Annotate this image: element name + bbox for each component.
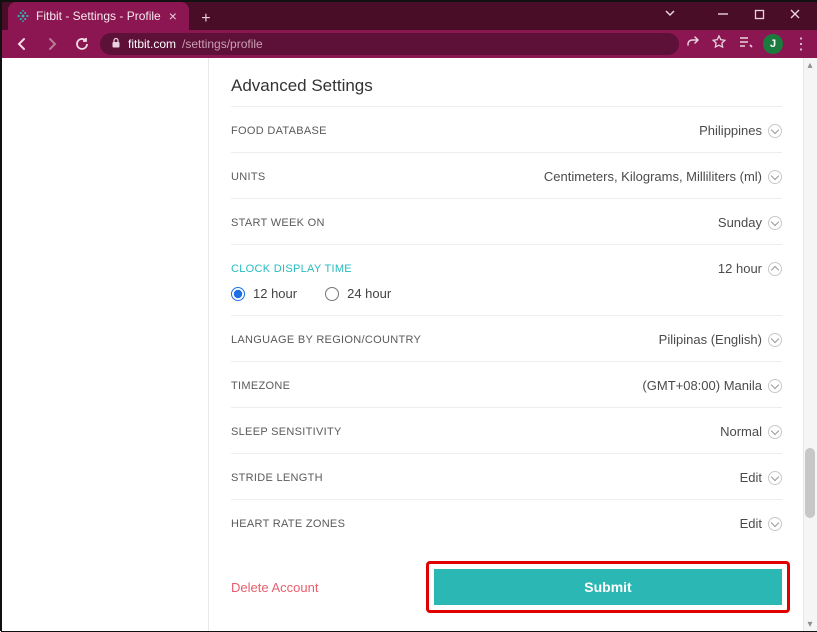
row-timezone[interactable]: TIMEZONE (GMT+08:00) Manila: [231, 361, 782, 407]
row-value: Edit: [740, 516, 762, 531]
row-label: FOOD DATABASE: [231, 125, 327, 137]
share-icon[interactable]: [685, 34, 701, 55]
row-label: START WEEK ON: [231, 217, 325, 229]
scrollbar-track[interactable]: ▴ ▾: [803, 58, 817, 631]
bookmark-star-icon[interactable]: [711, 34, 727, 55]
chevron-down-icon: [768, 170, 782, 184]
settings-panel: Advanced Settings FOOD DATABASE Philippi…: [208, 58, 800, 631]
radio-label: 12 hour: [253, 286, 297, 301]
nav-reload-button[interactable]: [70, 32, 94, 56]
row-clock-display[interactable]: CLOCK DISPLAY TIME 12 hour: [231, 244, 782, 290]
row-language[interactable]: LANGUAGE BY REGION/COUNTRY Pilipinas (En…: [231, 316, 782, 361]
chevron-up-icon: [768, 262, 782, 276]
row-label: SLEEP SENSITIVITY: [231, 426, 342, 438]
row-heart-rate-zones[interactable]: HEART RATE ZONES Edit: [231, 499, 782, 545]
chevron-down-icon: [768, 379, 782, 393]
browser-tab[interactable]: Fitbit - Settings - Profile ×: [8, 2, 189, 30]
lock-icon: [110, 37, 122, 52]
radio-input[interactable]: [325, 287, 339, 301]
row-value: (GMT+08:00) Manila: [642, 378, 762, 393]
radio-12-hour[interactable]: 12 hour: [231, 286, 297, 301]
address-bar[interactable]: fitbit.com/settings/profile: [100, 33, 679, 55]
panel-footer: Delete Account Submit: [209, 545, 800, 619]
row-value: Edit: [740, 470, 762, 485]
chevron-down-icon: [768, 425, 782, 439]
chevron-down-icon: [768, 471, 782, 485]
url-host: fitbit.com: [128, 37, 176, 51]
delete-account-link[interactable]: Delete Account: [231, 580, 318, 595]
browser-viewport: Advanced Settings FOOD DATABASE Philippi…: [2, 58, 817, 631]
avatar-letter: J: [770, 38, 776, 50]
row-label: TIMEZONE: [231, 380, 290, 392]
browser-toolbar: fitbit.com/settings/profile J ⋮: [2, 30, 817, 58]
section-title: Advanced Settings: [231, 76, 782, 96]
nav-forward-button[interactable]: [40, 32, 64, 56]
row-value: Centimeters, Kilograms, Milliliters (ml): [544, 169, 762, 184]
window-controls: [705, 2, 813, 26]
scrollbar-up-icon[interactable]: ▴: [803, 58, 817, 72]
row-label: UNITS: [231, 171, 266, 183]
menu-kebab-icon[interactable]: ⋮: [793, 34, 809, 54]
row-value: Normal: [720, 424, 762, 439]
row-label: HEART RATE ZONES: [231, 518, 345, 530]
chevron-down-icon: [768, 517, 782, 531]
row-value: Pilipinas (English): [659, 332, 762, 347]
chevron-down-icon: [768, 216, 782, 230]
row-value: 12 hour: [718, 261, 762, 276]
window-minimize-button[interactable]: [705, 2, 741, 26]
row-start-week[interactable]: START WEEK ON Sunday: [231, 198, 782, 244]
row-stride-length[interactable]: STRIDE LENGTH Edit: [231, 453, 782, 499]
profile-avatar[interactable]: J: [763, 34, 783, 54]
new-tab-button[interactable]: +: [195, 8, 217, 30]
url-path: /settings/profile: [182, 37, 263, 51]
row-food-database[interactable]: FOOD DATABASE Philippines: [231, 106, 782, 152]
row-value: Sunday: [718, 215, 762, 230]
scrollbar-thumb[interactable]: [805, 448, 815, 518]
clock-options: 12 hour 24 hour: [231, 286, 782, 316]
window-maximize-button[interactable]: [741, 2, 777, 26]
row-units[interactable]: UNITS Centimeters, Kilograms, Milliliter…: [231, 152, 782, 198]
fitbit-favicon-icon: [16, 9, 30, 23]
chevron-down-icon: [768, 333, 782, 347]
nav-back-button[interactable]: [10, 32, 34, 56]
window-close-button[interactable]: [777, 2, 813, 26]
tab-close-button[interactable]: ×: [167, 8, 179, 24]
row-label: STRIDE LENGTH: [231, 472, 323, 484]
tab-title: Fitbit - Settings - Profile: [36, 9, 161, 23]
submit-button[interactable]: Submit: [434, 569, 782, 605]
radio-label: 24 hour: [347, 286, 391, 301]
row-label: CLOCK DISPLAY TIME: [231, 263, 352, 275]
window-titlebar: Fitbit - Settings - Profile × +: [2, 2, 817, 30]
radio-24-hour[interactable]: 24 hour: [325, 286, 391, 301]
radio-input[interactable]: [231, 287, 245, 301]
chevron-down-icon: [768, 124, 782, 138]
row-value: Philippines: [699, 123, 762, 138]
tab-list-chevron-icon[interactable]: [663, 6, 677, 25]
reading-list-icon[interactable]: [737, 34, 753, 55]
row-label: LANGUAGE BY REGION/COUNTRY: [231, 334, 421, 346]
row-sleep-sensitivity[interactable]: SLEEP SENSITIVITY Normal: [231, 407, 782, 453]
scrollbar-down-icon[interactable]: ▾: [803, 617, 817, 631]
